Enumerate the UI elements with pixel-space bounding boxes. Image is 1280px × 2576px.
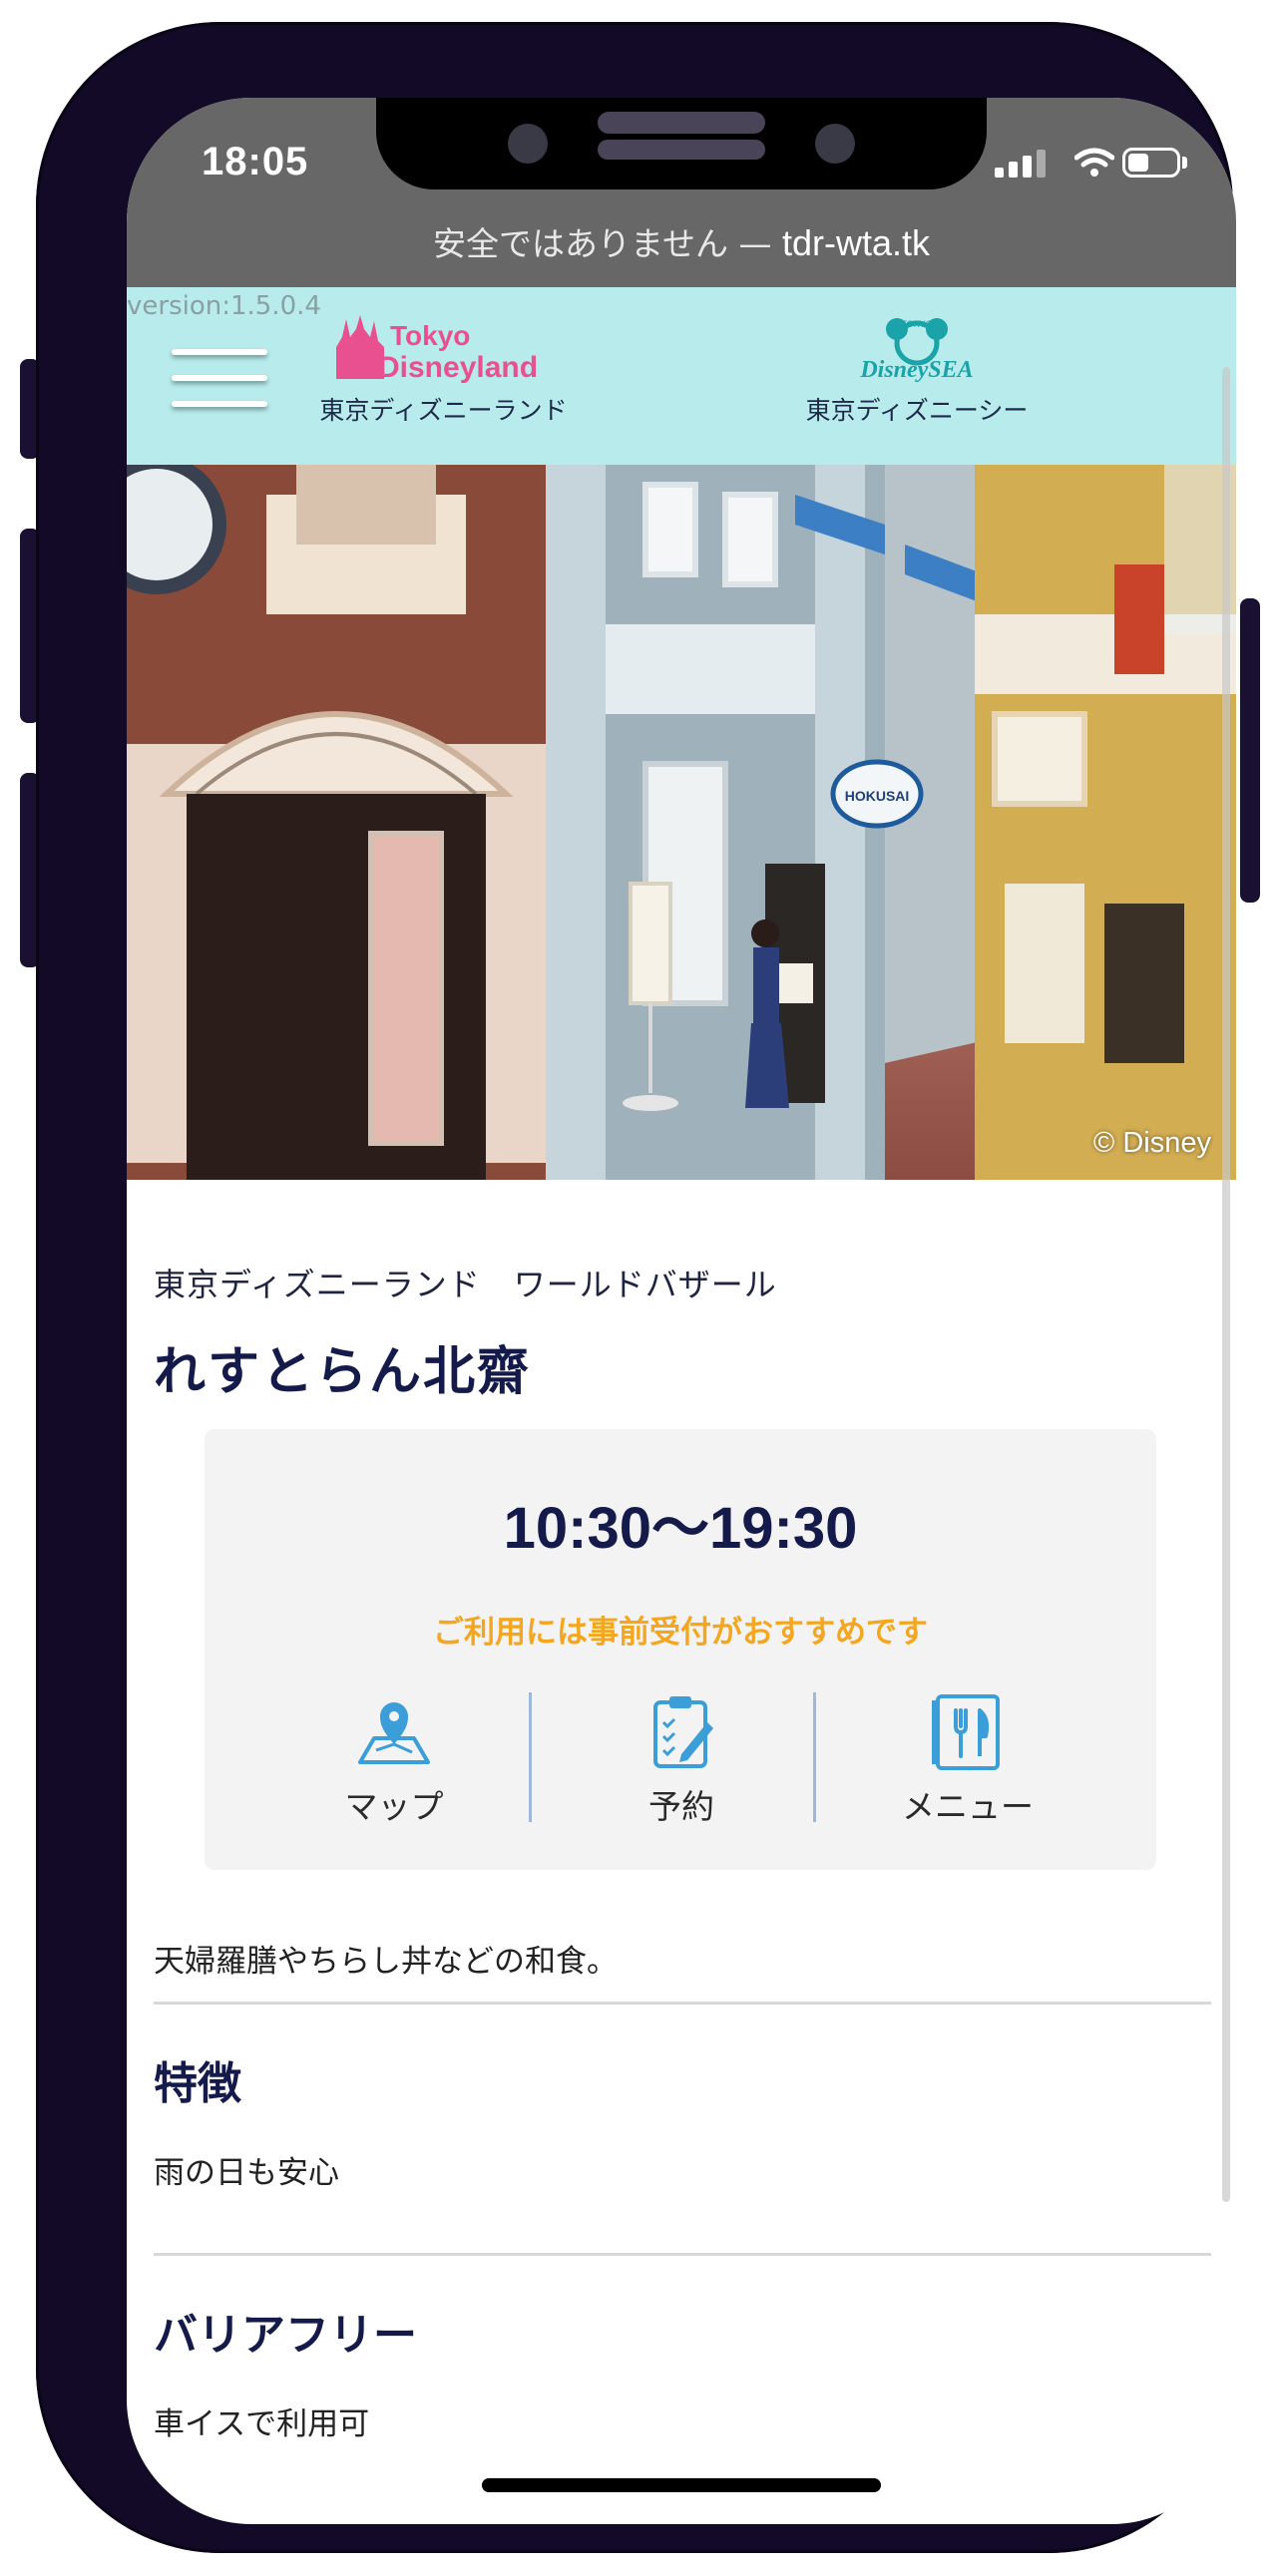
restaurant-description: 天婦羅膳やちらし丼などの和食。	[154, 1944, 618, 1980]
map-button[interactable]: マップ	[284, 1692, 504, 1826]
phone-frame: 18:05 安全ではありません — tdr-wta.tk version:1.5…	[36, 22, 1236, 2553]
version-label: version:1.5.0.4	[127, 291, 321, 321]
action-divider	[813, 1692, 816, 1822]
features-heading: 特徴	[154, 2058, 241, 2109]
opening-hours: 10:30〜19:30	[503, 1496, 858, 1561]
restaurant-photo: HOKUSAI © Disney	[127, 465, 1236, 1180]
section-divider	[154, 2253, 1211, 2256]
restaurant-name: れすとらん北齋	[154, 1342, 532, 1402]
svg-text:HOKUSAI: HOKUSAI	[845, 788, 910, 804]
section-divider	[154, 2002, 1211, 2005]
reservation-notice: ご利用には事前受付がおすすめです	[433, 1615, 928, 1651]
restaurant-area: 東京ディズニーランド ワールドバザール	[154, 1266, 777, 1303]
home-indicator[interactable]	[482, 2478, 881, 2492]
logo-text-tokyo: Tokyo	[390, 320, 470, 351]
menu-icon[interactable]	[172, 345, 267, 415]
scrollbar[interactable]	[1222, 367, 1230, 2202]
wifi-icon	[1074, 148, 1114, 177]
clipboard-icon	[653, 1696, 713, 1768]
reservation-button[interactable]: 予約	[572, 1692, 791, 1826]
tokyo-disneyland-logo: Tokyo Disneyland	[316, 307, 571, 385]
screen: 18:05 安全ではありません — tdr-wta.tk version:1.5…	[127, 98, 1236, 2524]
url-domain: tdr-wta.tk	[781, 222, 931, 263]
logo-text-disneyland: Disneyland	[378, 351, 538, 384]
url-security-warning: 安全ではありません —	[432, 224, 782, 263]
power-button	[1240, 598, 1260, 903]
map-pin-icon	[358, 1702, 430, 1764]
reservation-button-label: 予約	[648, 1787, 714, 1826]
action-row: マップ 予約 メニュー	[284, 1692, 1142, 1826]
battery-icon	[1122, 148, 1180, 178]
browser-top-bar: 18:05 安全ではありません — tdr-wta.tk	[127, 98, 1236, 287]
barrier-free-heading: バリアフリー	[154, 2310, 417, 2361]
park-link-disneyland[interactable]: Tokyo Disneyland 東京ディズニーランド	[316, 307, 571, 427]
logo-text-tokyo-small: TOKYO	[901, 319, 932, 329]
tokyo-disneysea-logo: TOKYO DisneySEA	[797, 307, 1037, 385]
status-time: 18:05	[202, 140, 309, 184]
menu-button[interactable]: メニュー	[858, 1692, 1077, 1826]
logo-text-disneysea: DisneySEA	[859, 357, 973, 383]
notch	[376, 98, 987, 189]
info-box: 10:30〜19:30 ご利用には事前受付がおすすめです マップ 予約 メニュー	[205, 1429, 1156, 1870]
fork-knife-icon	[932, 1694, 1000, 1770]
map-button-label: マップ	[344, 1787, 444, 1826]
park-label-disneysea: 東京ディズニーシー	[805, 396, 1029, 425]
features-text: 雨の日も安心	[154, 2155, 339, 2191]
url-bar[interactable]: 安全ではありません — tdr-wta.tk	[127, 217, 1236, 265]
status-icons	[995, 148, 1194, 178]
barrier-free-text: 車イスで利用可	[154, 2406, 370, 2442]
action-divider	[529, 1692, 532, 1822]
site-header: version:1.5.0.4 Tokyo Disneyland 東京ディズニー…	[127, 287, 1236, 465]
photo-credit: © Disney	[1092, 1127, 1211, 1159]
park-link-disneysea[interactable]: TOKYO DisneySEA 東京ディズニーシー	[797, 307, 1037, 427]
park-label-disneyland: 東京ディズニーランド	[319, 396, 568, 425]
menu-button-label: メニュー	[902, 1787, 1034, 1826]
